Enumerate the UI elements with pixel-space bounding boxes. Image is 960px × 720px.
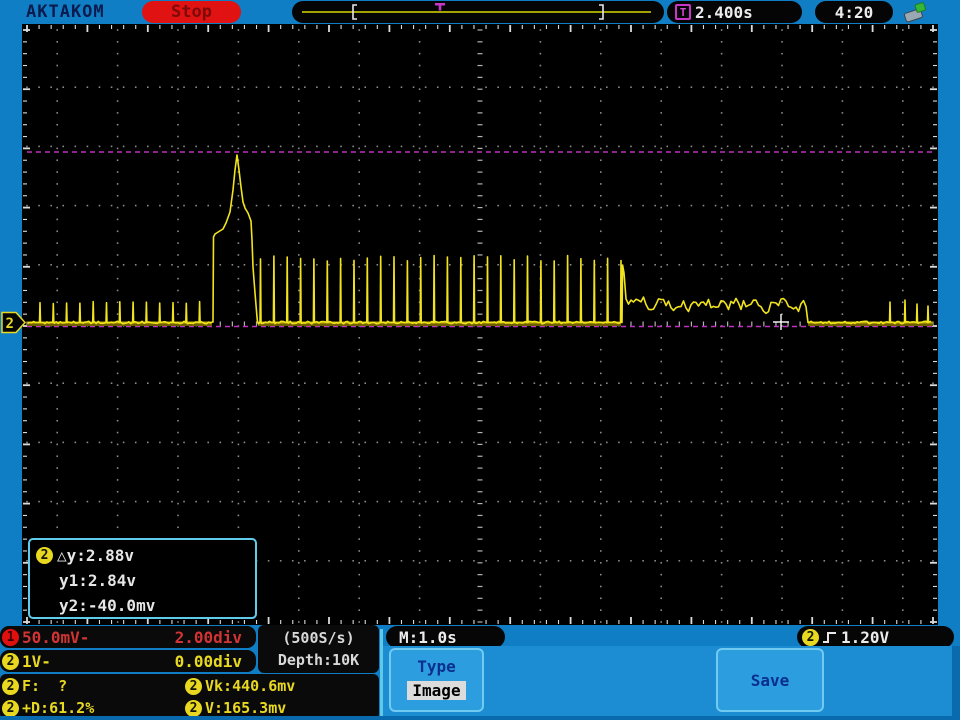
channel2-badge: 2	[802, 628, 819, 646]
channel2-badge: 2	[185, 699, 202, 717]
channel2-badge: 2	[36, 547, 53, 564]
type-button-label: Type	[417, 657, 456, 676]
cursor-delta-row: 2 △y:2.88v	[30, 543, 255, 568]
measure-frequency-value: F: ?	[22, 677, 68, 695]
memory-depth: Depth:10K	[277, 651, 360, 669]
oscilloscope-ui: 2 AKTAKOM Stop T 2.400s 4:20 2 △y:2.88v …	[0, 0, 960, 720]
trigger-time-readout: T 2.400s	[667, 1, 802, 23]
measure-v-value: V:165.3mv	[205, 699, 287, 717]
run-state-label: Stop	[171, 2, 212, 22]
type-button[interactable]: Type Image	[389, 648, 484, 712]
measure-duty-value: +D:61.2%	[22, 699, 95, 717]
cursor-y2-value: y2:-40.0mv	[59, 596, 156, 615]
cursor-y1-value: y1:2.84v	[59, 571, 137, 590]
channel2-readout: 2 1V- 0.00div	[0, 650, 256, 672]
save-button[interactable]: Save	[716, 648, 824, 712]
channel1-badge: 1	[2, 628, 19, 646]
measure-vk: 2 Vk:440.6mv	[185, 677, 379, 695]
measure-v: 2 V:165.3mv	[185, 699, 379, 717]
channel2-scale: 1V-	[22, 651, 51, 671]
cursor-readout-panel: 2 △y:2.88v y1:2.84v y2:-40.0mv	[28, 538, 257, 619]
rising-edge-icon	[823, 632, 836, 643]
clock: 4:20	[815, 1, 893, 23]
sample-rate: (500S/s)	[282, 629, 355, 647]
channel2-badge: 2	[2, 699, 19, 717]
channel2-badge: 2	[2, 677, 19, 695]
channel2-badge: 2	[185, 677, 202, 695]
trigger-level-value: 1.20V	[841, 627, 890, 647]
trigger-t-icon: T	[675, 4, 691, 20]
trigger-level-readout: 2 1.20V	[797, 626, 954, 648]
measure-vk-value: Vk:440.6mv	[205, 677, 296, 695]
type-selected-value[interactable]: Image	[407, 681, 466, 700]
trigger-time-value: 2.400s	[695, 2, 753, 22]
bezel-bottom-edge	[0, 716, 960, 720]
brand-logo: AKTAKOM	[26, 2, 105, 22]
acquisition-readout: (500S/s) Depth:10K	[258, 625, 379, 673]
svg-text:2: 2	[6, 316, 14, 332]
menu-separator	[380, 629, 383, 720]
channel1-readout: 1 50.0mV- 2.00div	[0, 626, 256, 648]
measure-duty: 2 +D:61.2%	[2, 699, 185, 717]
timebase-readout: M:1.0s	[386, 626, 505, 648]
channel2-position: 0.00div	[174, 651, 242, 671]
save-button-label: Save	[750, 670, 790, 690]
timebase-value: M:1.0s	[399, 627, 457, 647]
channel2-badge: 2	[2, 652, 19, 670]
channel1-scale: 50.0mV-	[22, 627, 90, 647]
usb-device-icon	[903, 2, 926, 23]
cursor-y2-row: y2:-40.0mv	[30, 593, 255, 618]
measure-frequency: 2 F: ?	[2, 677, 185, 695]
channel1-position: 2.00div	[174, 627, 242, 647]
measurements-panel: 2 F: ? 2 Vk:440.6mv 2 +D:61.2% 2 V:165.3…	[0, 674, 379, 720]
run-state-button[interactable]: Stop	[142, 1, 241, 23]
menu-panel-edge	[952, 646, 960, 720]
cursor-y1-row: y1:2.84v	[30, 568, 255, 593]
cursor-delta-value: △y:2.88v	[57, 546, 135, 565]
